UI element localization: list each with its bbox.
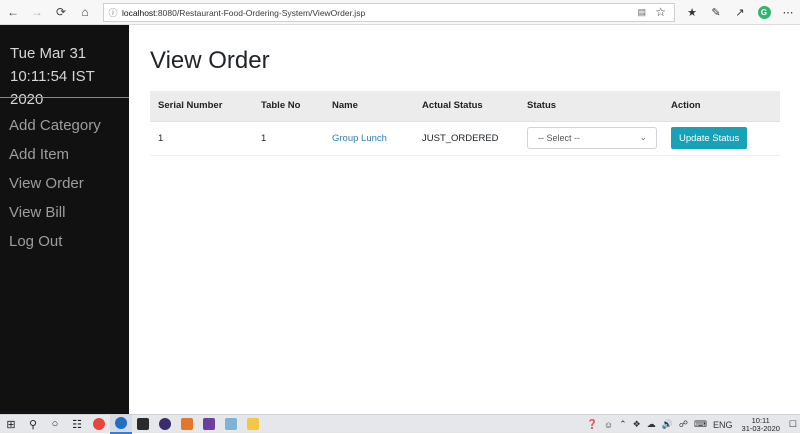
chrome-app-icon[interactable] <box>88 415 110 434</box>
sidebar-menu: Add Category Add Item View Order View Bi… <box>9 111 101 256</box>
address-bar[interactable]: ⓘ localhost:8080/Restaurant-Food-Orderin… <box>103 3 675 22</box>
sidebar-divider <box>0 97 129 98</box>
terminal-app-icon[interactable] <box>132 415 154 434</box>
cell-serial: 1 <box>150 121 253 156</box>
favorites-hub-icon[interactable]: ★ <box>680 1 704 25</box>
order-name-link[interactable]: Group Lunch <box>332 133 387 144</box>
file-explorer-icon[interactable] <box>242 415 264 434</box>
onedrive-icon[interactable]: ☁ <box>644 419 659 430</box>
refresh-icon[interactable]: ⟳ <box>50 1 72 23</box>
home-icon[interactable]: ⌂ <box>74 1 96 23</box>
col-header-serial-number: Serial Number <box>150 91 253 122</box>
system-tray: ❓ ☺ ⌃ ❖ ☁ 🔊 ☍ ⌨ ENG 10:11 31-03-2020 ☐ <box>584 415 800 434</box>
keyboard-icon[interactable]: ⌨ <box>691 419 710 430</box>
windows-taskbar: ⊞ ⚲ ○ ☷ ❓ ☺ ⌃ ❖ ☁ 🔊 ☍ ⌨ ENG 10:11 31-03-… <box>0 414 800 434</box>
help-icon[interactable]: ❓ <box>584 419 601 430</box>
network-icon[interactable]: ☍ <box>676 419 691 430</box>
table-header-row: Serial Number Table No Name Actual Statu… <box>150 91 780 122</box>
site-info-icon[interactable]: ⓘ <box>104 6 122 19</box>
taskbar-clock[interactable]: 10:11 31-03-2020 <box>736 416 786 433</box>
url-path: :8080/Restaurant-Food-Ordering-System/Vi… <box>155 7 366 18</box>
update-status-button[interactable]: Update Status <box>671 127 748 149</box>
clock-date: Tue Mar 31 <box>10 45 87 62</box>
col-header-table-no: Table No <box>253 91 324 122</box>
sidebar-item-view-order[interactable]: View Order <box>9 169 101 198</box>
edge-app-icon[interactable] <box>110 414 132 434</box>
more-icon[interactable]: ⋯ <box>776 1 800 25</box>
cell-actual-status: JUST_ORDERED <box>414 121 519 156</box>
col-header-name: Name <box>324 91 414 122</box>
notifications-icon[interactable]: ☐ <box>786 419 800 430</box>
favorite-star-icon[interactable]: ☆ <box>655 5 666 19</box>
cell-name: Group Lunch <box>324 121 414 156</box>
sidebar: Tue Mar 31 10:11:54 IST 2020 Add Categor… <box>0 25 129 414</box>
windows-start-icon[interactable]: ⊞ <box>0 415 22 434</box>
sidebar-item-add-category[interactable]: Add Category <box>9 111 101 140</box>
grammarly-badge: G <box>757 6 771 19</box>
people-icon[interactable]: ☺ <box>601 420 616 430</box>
browser-tools: ★ ✎ ↗ G ⋯ <box>680 0 800 25</box>
share-icon[interactable]: ↗ <box>728 1 752 25</box>
back-icon[interactable]: ← <box>2 1 24 23</box>
cell-status: -- Select -- ⌄ <box>519 121 663 156</box>
url-host: localhost <box>122 7 156 18</box>
col-header-action: Action <box>663 91 780 122</box>
col-header-status: Status <box>519 91 663 122</box>
chevron-down-icon: ⌄ <box>639 132 647 142</box>
chevron-up-icon[interactable]: ⌃ <box>616 419 630 430</box>
sidebar-item-log-out[interactable]: Log Out <box>9 227 101 256</box>
sidebar-clock: Tue Mar 31 10:11:54 IST 2020 <box>10 42 129 111</box>
language-indicator[interactable]: ENG <box>710 420 736 430</box>
status-select[interactable]: -- Select -- ⌄ <box>527 127 657 149</box>
app-orange-icon[interactable] <box>176 415 198 434</box>
browser-toolbar: ← → ⟳ ⌂ ⓘ localhost:8080/Restaurant-Food… <box>0 0 800 25</box>
dropbox-icon[interactable]: ❖ <box>630 419 644 430</box>
main-content: View Order Serial Number Table No Name A… <box>129 25 800 414</box>
cell-action: Update Status <box>663 121 780 156</box>
eclipse-app-icon[interactable] <box>154 415 176 434</box>
volume-icon[interactable]: 🔊 <box>659 419 676 430</box>
taskbar-date: 31-03-2020 <box>741 423 780 433</box>
reading-view-icon[interactable]: ▤ <box>637 7 646 18</box>
search-icon[interactable]: ⚲ <box>22 415 44 434</box>
forward-icon[interactable]: → <box>26 1 48 23</box>
page-title: View Order <box>150 47 270 74</box>
app-purple-icon[interactable] <box>198 415 220 434</box>
address-url: localhost:8080/Restaurant-Food-Ordering-… <box>122 8 365 18</box>
col-header-actual-status: Actual Status <box>414 91 519 122</box>
cell-table-no: 1 <box>253 121 324 156</box>
clock-time: 10:11:54 IST 2020 <box>10 68 95 108</box>
cortana-icon[interactable]: ○ <box>44 415 66 434</box>
status-select-value: -- Select -- <box>538 133 581 143</box>
sidebar-item-add-item[interactable]: Add Item <box>9 140 101 169</box>
sidebar-item-view-bill[interactable]: View Bill <box>9 198 101 227</box>
pen-icon[interactable]: ✎ <box>704 1 728 25</box>
orders-table: Serial Number Table No Name Actual Statu… <box>150 91 780 156</box>
notepad-app-icon[interactable] <box>220 415 242 434</box>
table-row: 1 1 Group Lunch JUST_ORDERED -- Select -… <box>150 121 780 156</box>
task-view-icon[interactable]: ☷ <box>66 415 88 434</box>
grammarly-extension-icon[interactable]: G <box>752 1 776 25</box>
